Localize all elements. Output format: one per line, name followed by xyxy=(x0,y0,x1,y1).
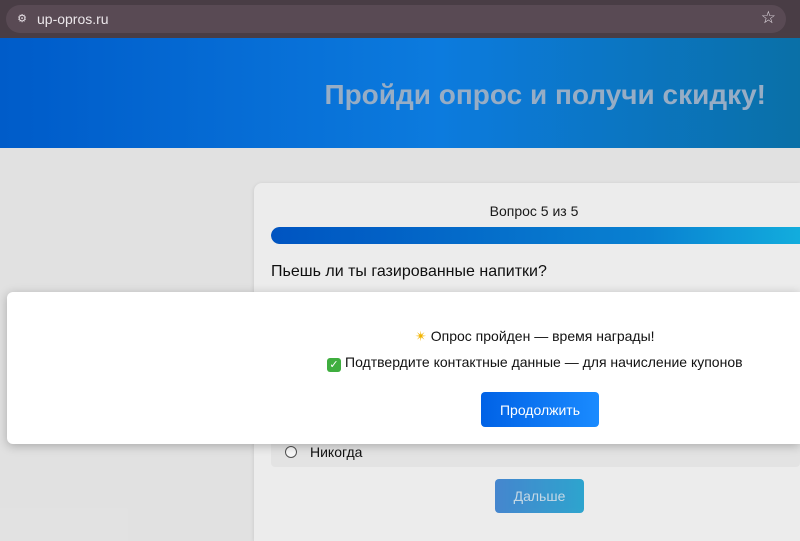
modal-backdrop xyxy=(0,0,800,541)
modal-line2-text: Подтвердите контактные данные — для начи… xyxy=(345,354,743,370)
modal-line1-text: Опрос пройден — время награды! xyxy=(430,328,655,344)
check-mark-icon: ✓ xyxy=(327,358,341,372)
continue-button[interactable]: Продолжить xyxy=(481,392,599,427)
sparkle-icon: ✴ xyxy=(415,328,427,344)
modal-message-confirm: ✓ Подтвердите контактные данные — для нач… xyxy=(327,354,743,372)
modal-message-completed: ✴ Опрос пройден — время награды! xyxy=(415,328,655,345)
reward-modal: ✴ Опрос пройден — время награды! ✓ Подтвер… xyxy=(7,292,800,444)
